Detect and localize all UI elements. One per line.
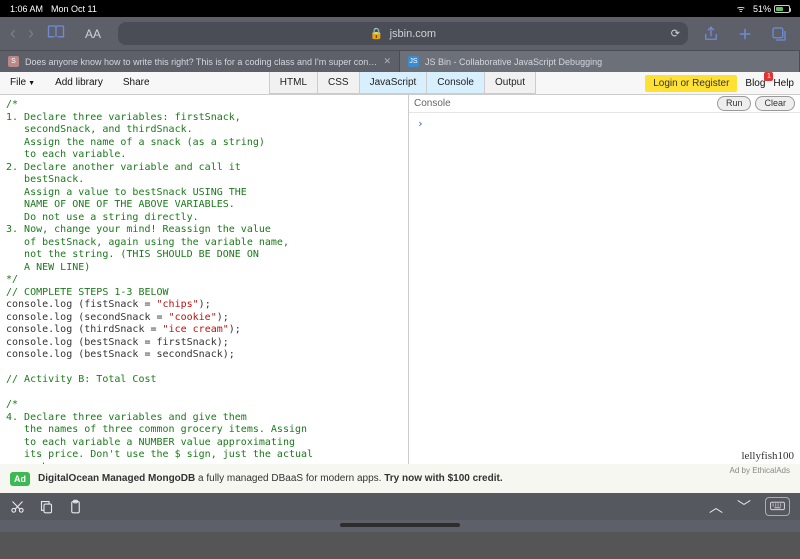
ad-badge: Ad [10, 472, 30, 486]
help-link[interactable]: Help [773, 78, 794, 89]
status-date: Mon Oct 11 [51, 4, 97, 14]
keyboard-accessory-bar: ︿ ﹀ [0, 493, 800, 520]
url-host: jsbin.com [390, 28, 436, 40]
ad-bar[interactable]: Ad DigitalOcean Managed MongoDB a fully … [0, 464, 800, 493]
ad-attribution[interactable]: Ad by EthicalAds [730, 466, 790, 475]
jsbin-toolbar: File▼ Add library Share HTML CSS JavaScr… [0, 72, 800, 95]
run-button[interactable]: Run [717, 96, 752, 111]
ad-text: DigitalOcean Managed MongoDB a fully man… [38, 473, 503, 484]
browser-tab[interactable]: S Does anyone know how to write this rig… [0, 51, 400, 72]
share-button[interactable] [700, 25, 722, 43]
tabs-button[interactable] [768, 25, 790, 43]
wifi-icon: ᯤ [737, 2, 745, 15]
console-prompt: › [417, 117, 424, 130]
favicon-icon: S [8, 56, 19, 67]
keyboard-toggle-icon[interactable] [765, 497, 790, 516]
battery-indicator: 51% [753, 4, 790, 14]
share-menu[interactable]: Share [113, 72, 160, 94]
status-time: 1:06 AM [10, 4, 43, 14]
tab-html[interactable]: HTML [269, 72, 317, 94]
add-library-menu[interactable]: Add library [45, 72, 113, 94]
tab-console[interactable]: Console [426, 72, 484, 94]
clear-button[interactable]: Clear [755, 96, 795, 111]
cut-icon[interactable] [10, 499, 25, 514]
blog-link[interactable]: Blog 1 [745, 78, 765, 89]
console-title: Console [414, 98, 451, 109]
blog-badge: 1 [764, 72, 773, 81]
new-tab-button[interactable] [734, 25, 756, 43]
paste-icon[interactable] [68, 499, 83, 514]
browser-tab[interactable]: JS JS Bin - Collaborative JavaScript Deb… [400, 51, 800, 72]
forward-button[interactable]: › [28, 23, 34, 44]
refresh-icon[interactable]: ⟳ [671, 27, 680, 40]
username-overflow: lellyfish100 [741, 450, 794, 462]
favicon-icon: JS [408, 56, 419, 67]
next-field-icon[interactable]: ﹀ [737, 497, 751, 517]
bookmarks-icon[interactable] [46, 22, 66, 45]
code-editor[interactable]: /* 1. Declare three variables: firstSnac… [0, 95, 408, 464]
address-bar[interactable]: 🔒 jsbin.com ⟳ [118, 22, 688, 45]
tab-css[interactable]: CSS [317, 72, 359, 94]
tab-title: Does anyone know how to write this right… [25, 57, 377, 67]
tab-title: JS Bin - Collaborative JavaScript Debugg… [425, 57, 602, 67]
lock-icon: 🔒 [370, 27, 384, 40]
safari-toolbar: ‹ › AA 🔒 jsbin.com ⟳ [0, 17, 800, 50]
jsbin-app: File▼ Add library Share HTML CSS JavaScr… [0, 72, 800, 464]
back-button[interactable]: ‹ [10, 23, 16, 44]
console-body[interactable]: › lellyfish100 [409, 113, 800, 464]
close-icon[interactable]: ✕ [383, 56, 391, 67]
tab-javascript[interactable]: JavaScript [359, 72, 427, 94]
copy-icon[interactable] [39, 499, 54, 514]
ipad-status-bar: 1:06 AM Mon Oct 11 ᯤ 51% [0, 0, 800, 17]
file-menu[interactable]: File▼ [0, 72, 45, 95]
login-register-button[interactable]: Login or Register [645, 75, 737, 92]
browser-tabstrip: S Does anyone know how to write this rig… [0, 50, 800, 72]
home-indicator [0, 520, 800, 532]
console-pane: Console Run Clear › lellyfish100 [408, 95, 800, 464]
prev-field-icon[interactable]: ︿ [709, 497, 723, 517]
tab-output[interactable]: Output [484, 72, 536, 94]
text-size-button[interactable]: AA [78, 27, 108, 41]
